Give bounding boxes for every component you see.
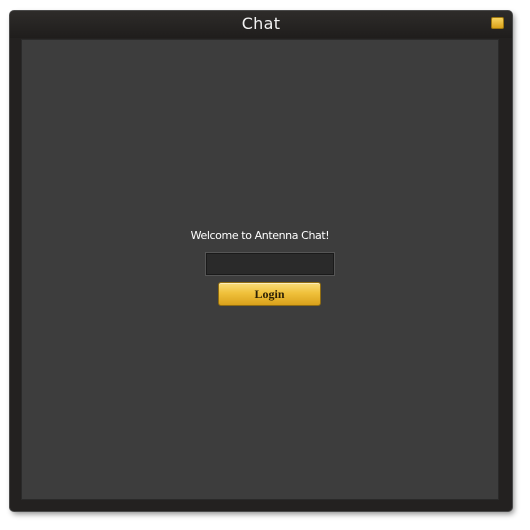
title-bar[interactable]: Chat — [10, 11, 512, 38]
chat-content-panel: Welcome to Antenna Chat! Login — [21, 39, 499, 500]
minimize-icon[interactable] — [491, 17, 504, 29]
welcome-message: Welcome to Antenna Chat! — [190, 229, 330, 242]
window-title: Chat — [241, 14, 281, 33]
chat-window: Chat Welcome to Antenna Chat! Login — [10, 11, 512, 511]
username-input[interactable] — [206, 253, 334, 275]
login-button[interactable]: Login — [218, 282, 321, 306]
